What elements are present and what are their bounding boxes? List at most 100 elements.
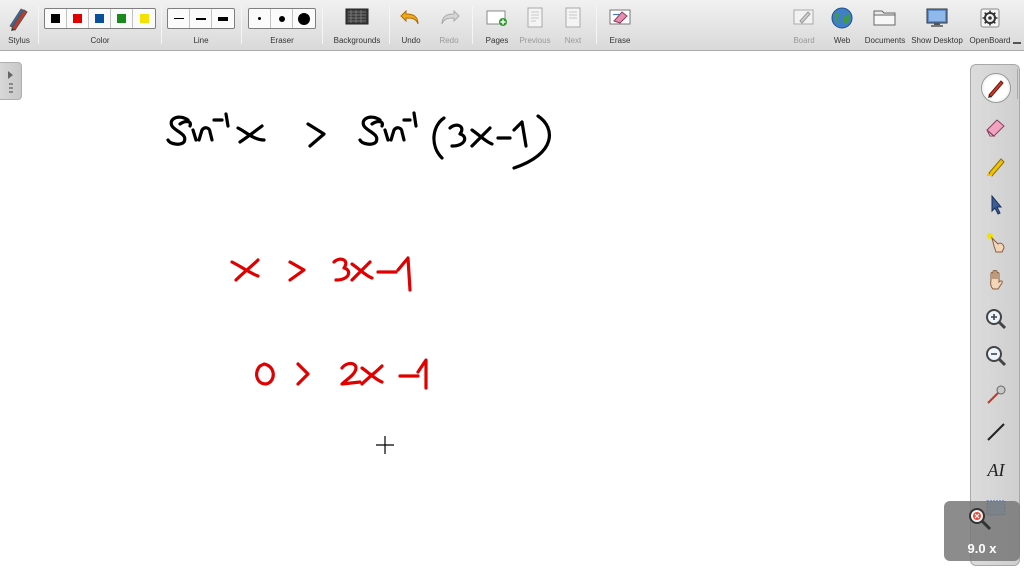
pen-tool[interactable]: [981, 73, 1011, 103]
eraser-group: Eraser: [248, 3, 316, 49]
separator: [38, 6, 39, 44]
line-thick-button[interactable]: [212, 9, 234, 28]
selector-tool[interactable]: [981, 189, 1011, 219]
previous-label: Previous: [519, 36, 551, 45]
openboard-menu-button[interactable]: OpenBoard: [966, 3, 1014, 49]
backgrounds-label: Backgrounds: [333, 36, 381, 45]
pages-button[interactable]: Pages: [479, 3, 515, 49]
previous-page-button[interactable]: Previous: [517, 3, 553, 49]
color-label: Color: [90, 36, 110, 45]
laser-pointer-tool[interactable]: [981, 227, 1011, 257]
erase-icon: [609, 9, 631, 25]
undo-button[interactable]: Undo: [394, 3, 428, 49]
redo-icon: [441, 9, 460, 25]
line-group: Line: [167, 3, 235, 49]
board-button[interactable]: Board: [788, 3, 820, 49]
eraser-small-button[interactable]: [249, 9, 271, 28]
next-page-button[interactable]: Next: [556, 3, 590, 49]
palette-grip[interactable]: [1013, 69, 1018, 99]
separator: [472, 6, 473, 44]
color-swatch-black[interactable]: [45, 9, 67, 28]
hand-icon: [990, 270, 1003, 290]
openboard-label: OpenBoard: [969, 36, 1011, 45]
line-width-bar: [167, 8, 235, 29]
undo-icon: [400, 9, 419, 25]
separator: [596, 6, 597, 44]
stylus-icon: [9, 8, 28, 31]
globe-icon: [831, 7, 853, 29]
zoom-indicator: 9.0 x: [944, 501, 1020, 561]
backgrounds-icon: [345, 8, 369, 25]
eraser-icon: [986, 119, 1005, 137]
eraser-large-button[interactable]: [293, 9, 315, 28]
eraser-medium-button[interactable]: [271, 9, 293, 28]
top-toolbar: Stylus Color Line Eraser Backgrounds Und…: [0, 0, 1024, 51]
line-thin-button[interactable]: [168, 9, 190, 28]
board-icon: [793, 9, 814, 25]
line-icon: [987, 423, 1005, 441]
web-label: Web: [833, 36, 851, 45]
color-swatch-yellow[interactable]: [133, 9, 155, 28]
color-swatch-blue[interactable]: [89, 9, 111, 28]
separator: [241, 6, 242, 44]
highlighter-tool[interactable]: [981, 151, 1011, 181]
black-ink-strokes: [166, 111, 552, 170]
color-swatch-bar: [44, 8, 156, 29]
board-label: Board: [793, 36, 815, 45]
pen-icon: [988, 80, 1004, 98]
separator: [322, 6, 323, 44]
next-page-icon: [565, 7, 581, 28]
magnifier-icon: [969, 508, 992, 531]
eraser-size-bar: [248, 8, 316, 29]
gear-icon: [980, 8, 1000, 28]
documents-button[interactable]: Documents: [862, 3, 908, 49]
separator: [389, 6, 390, 44]
capture-pointer-icon: [987, 385, 1006, 404]
line-tool[interactable]: [981, 417, 1011, 447]
show-desktop-label: Show Desktop: [911, 36, 963, 45]
color-group: Color: [44, 3, 156, 49]
redo-label: Redo: [439, 36, 459, 45]
eraser-label: Eraser: [270, 36, 294, 45]
separator: [161, 6, 162, 44]
folder-icon: [873, 10, 896, 26]
zoom-out-tool[interactable]: [981, 341, 1011, 371]
color-swatch-green[interactable]: [111, 9, 133, 28]
highlighter-icon: [987, 158, 1005, 177]
line-medium-button[interactable]: [190, 9, 212, 28]
text-icon: AI: [987, 459, 1005, 480]
red-ink-strokes: [230, 256, 428, 390]
pages-label: Pages: [485, 36, 509, 45]
crosshair-cursor: [376, 436, 394, 454]
zoom-in-tool[interactable]: [981, 304, 1011, 334]
line-label: Line: [193, 36, 209, 45]
zoom-out-icon: [986, 346, 1007, 367]
add-page-icon: [486, 10, 507, 26]
whiteboard-canvas[interactable]: [0, 52, 965, 576]
erase-all-button[interactable]: Erase: [603, 3, 637, 49]
previous-page-icon: [527, 7, 543, 28]
desktop-icon: [926, 8, 948, 27]
stylus-palette: AI: [970, 64, 1020, 566]
show-desktop-button[interactable]: Show Desktop: [910, 3, 964, 49]
minimize-icon[interactable]: [1013, 42, 1021, 44]
color-swatch-red[interactable]: [67, 9, 89, 28]
eraser-tool[interactable]: [981, 112, 1011, 142]
stylus-label: Stylus: [8, 36, 30, 45]
erase-label: Erase: [609, 36, 631, 45]
pointer-tool[interactable]: [981, 380, 1011, 410]
selector-icon: [991, 194, 1003, 215]
next-label: Next: [564, 36, 582, 45]
undo-label: Undo: [401, 36, 421, 45]
web-button[interactable]: Web: [826, 3, 858, 49]
laser-pointer-icon: [987, 233, 1005, 253]
redo-button[interactable]: Redo: [432, 3, 466, 49]
documents-label: Documents: [864, 36, 906, 45]
text-tool[interactable]: AI: [981, 455, 1011, 485]
hand-tool[interactable]: [981, 265, 1011, 295]
stylus-button[interactable]: Stylus: [2, 3, 36, 49]
openboard-window: Stylus Color Line Eraser Backgrounds Und…: [0, 0, 1024, 576]
backgrounds-button[interactable]: Backgrounds: [330, 3, 384, 49]
zoom-level: 9.0 x: [967, 541, 997, 556]
zoom-in-icon: [986, 309, 1007, 330]
